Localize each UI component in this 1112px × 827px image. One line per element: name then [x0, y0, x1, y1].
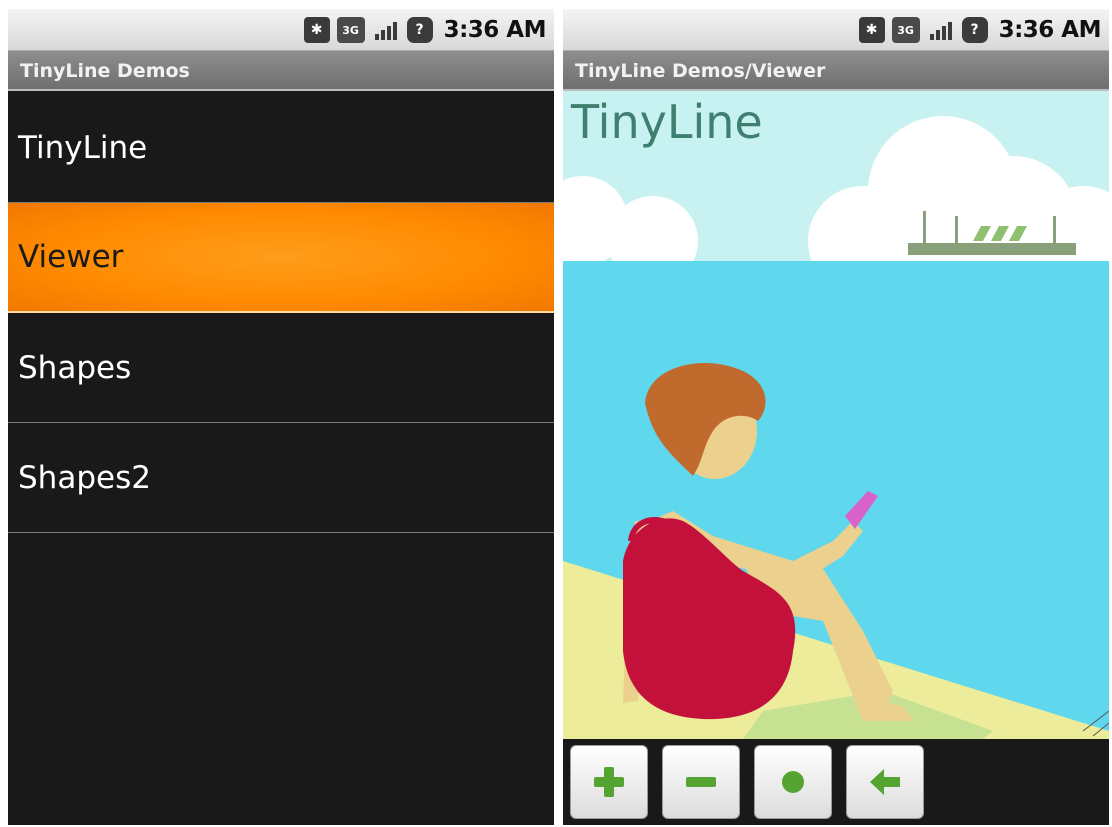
- list-item-label: Viewer: [18, 239, 124, 275]
- app-title: TinyLine Demos/Viewer: [563, 51, 1109, 91]
- 3g-icon: 3G: [336, 17, 365, 43]
- arrow-left-icon: [870, 769, 900, 795]
- list-item-label: Shapes2: [18, 459, 151, 496]
- svg-viewer[interactable]: TinyLine: [563, 91, 1109, 739]
- reset-button[interactable]: [754, 745, 832, 819]
- bluetooth-icon: ✱: [858, 17, 885, 43]
- app-title: TinyLine Demos: [8, 51, 554, 91]
- list-item-label: TinyLine: [18, 129, 148, 166]
- signal-icon: [372, 17, 400, 43]
- status-time: 3:36 AM: [443, 17, 547, 43]
- unknown-icon: ?: [961, 17, 988, 43]
- minus-icon: [686, 777, 716, 787]
- zoom-in-button[interactable]: [570, 745, 648, 819]
- signal-icon: [927, 17, 955, 43]
- plus-icon: [594, 767, 624, 797]
- list-item-label: Shapes: [18, 349, 132, 386]
- zoom-out-button[interactable]: [662, 745, 740, 819]
- status-time: 3:36 AM: [998, 17, 1102, 43]
- beach-illustration: [563, 91, 1109, 739]
- circle-icon: [782, 771, 804, 793]
- demo-list: TinyLine Viewer Shapes Shapes2: [8, 93, 554, 533]
- right-screen: ✱ 3G ? 3:36 AM TinyLine Demos/Viewer Tin…: [563, 9, 1109, 825]
- list-item-tinyline[interactable]: TinyLine: [8, 93, 554, 203]
- back-button[interactable]: [846, 745, 924, 819]
- left-screen: ✱ 3G ? 3:36 AM TinyLine Demos TinyLine V…: [8, 9, 554, 825]
- status-bar: ✱ 3G ? 3:36 AM: [563, 9, 1109, 51]
- list-item-shapes[interactable]: Shapes: [8, 313, 554, 423]
- unknown-icon: ?: [406, 17, 433, 43]
- list-item-viewer[interactable]: Viewer: [8, 203, 554, 313]
- viewer-title: TinyLine: [571, 95, 763, 149]
- 3g-icon: 3G: [891, 17, 920, 43]
- list-item-shapes2[interactable]: Shapes2: [8, 423, 554, 533]
- bluetooth-icon: ✱: [303, 17, 330, 43]
- status-bar: ✱ 3G ? 3:36 AM: [8, 9, 554, 51]
- viewer-toolbar: [563, 739, 1109, 825]
